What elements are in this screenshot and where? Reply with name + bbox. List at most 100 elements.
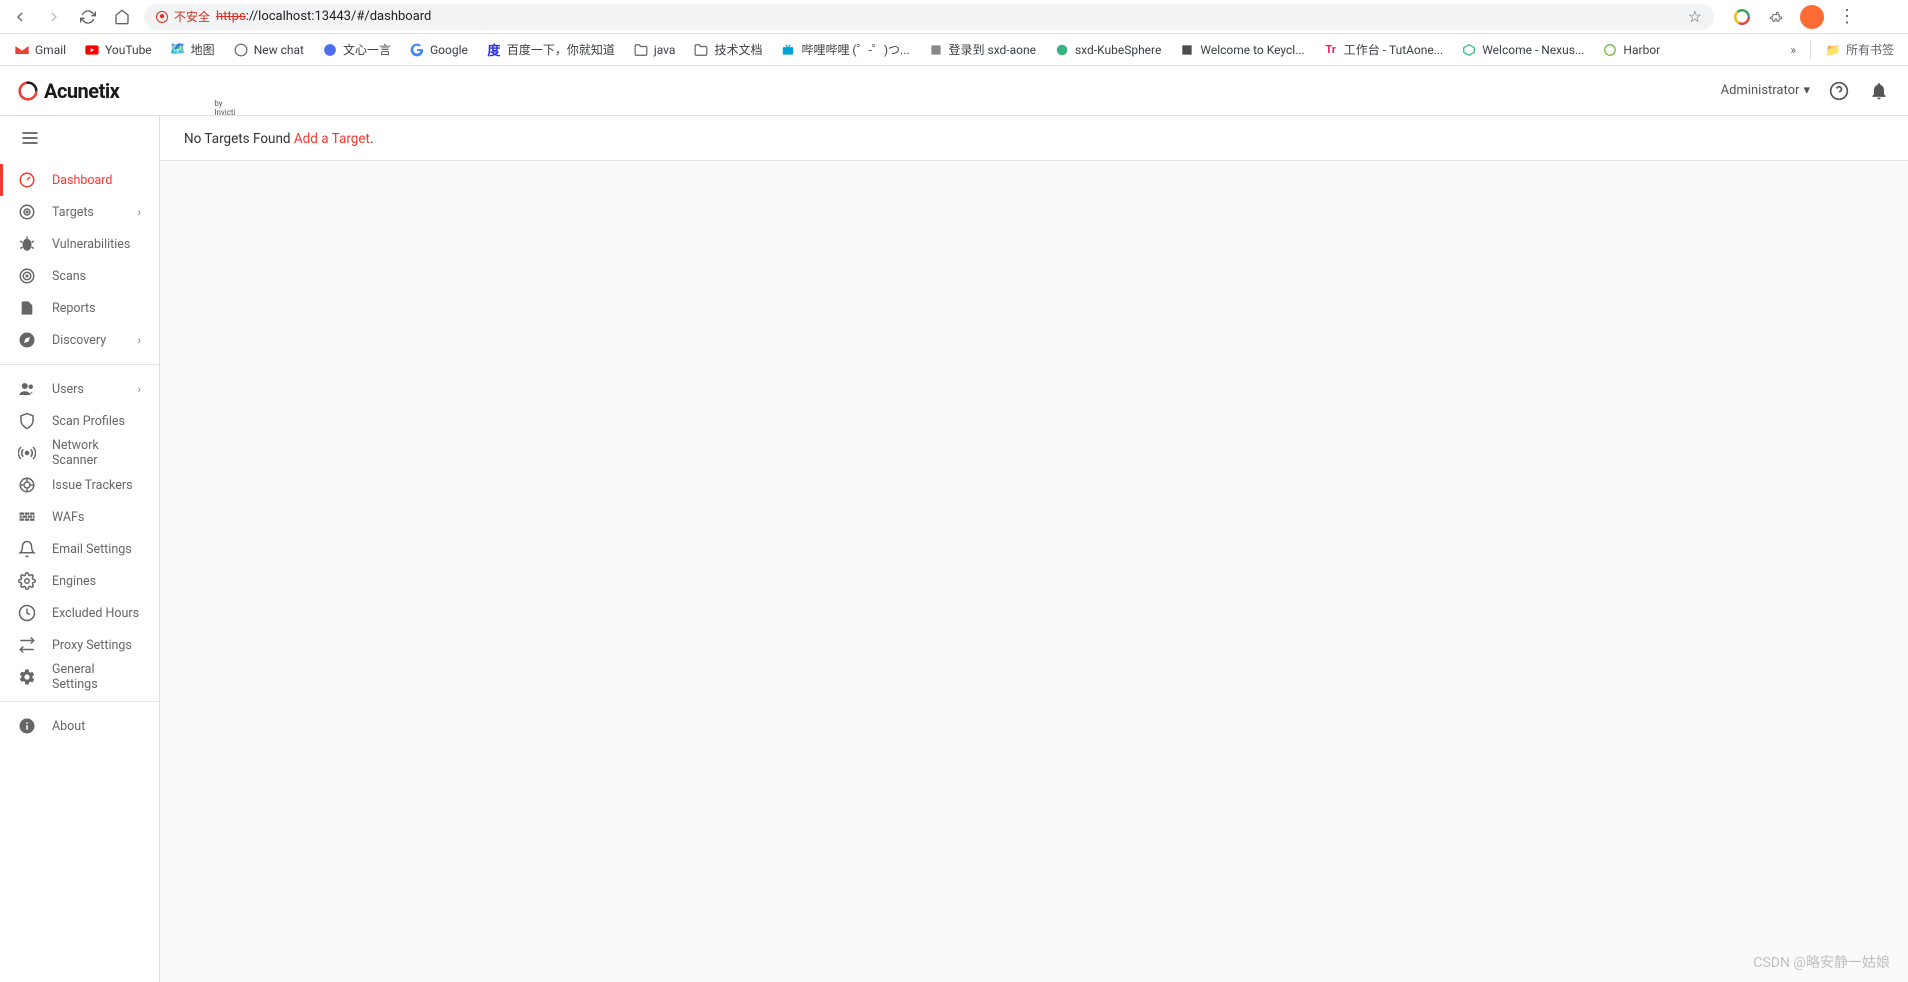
compass-icon — [18, 331, 36, 349]
bookmark-item[interactable]: Gmail — [14, 42, 66, 58]
profile-avatar[interactable] — [1800, 5, 1824, 29]
sidebar-item-email-settings[interactable]: Email Settings — [0, 533, 159, 565]
bookmark-item[interactable]: 度百度一下，你就知道 — [486, 41, 615, 58]
bookmark-favicon-icon: 度 — [486, 42, 502, 58]
bookmark-item[interactable]: sxd-KubeSphere — [1054, 42, 1161, 58]
bookmark-label: 技术文档 — [714, 41, 762, 58]
sidebar-item-label: Issue Trackers — [52, 478, 141, 493]
extensions-puzzle-icon[interactable] — [1766, 7, 1786, 27]
bookmark-star-icon[interactable]: ☆ — [1688, 7, 1702, 26]
sidebar-item-dashboard[interactable]: Dashboard — [0, 164, 159, 196]
sidebar-item-label: General Settings — [52, 662, 141, 692]
home-button[interactable] — [110, 5, 134, 29]
bookmark-label: 哔哩哔哩 (゜-゜)つ... — [801, 41, 909, 58]
sidebar-item-label: Vulnerabilities — [52, 237, 141, 252]
sidebar-item-network-scanner[interactable]: Network Scanner — [0, 437, 159, 469]
bookmark-favicon-icon — [1179, 42, 1195, 58]
bookmark-item[interactable]: Google — [409, 42, 468, 58]
bookmark-item[interactable]: 哔哩哔哩 (゜-゜)つ... — [780, 41, 909, 58]
bookmark-item[interactable]: 🗺️ 地图 — [170, 41, 215, 58]
bookmark-favicon-icon: 🗺️ — [170, 42, 186, 58]
proxy-icon — [18, 636, 36, 654]
bookmark-overflow-icon[interactable]: » — [1790, 43, 1796, 57]
divider — [0, 701, 159, 702]
bookmark-favicon-icon — [1602, 42, 1618, 58]
divider — [1810, 41, 1811, 59]
bookmark-label: Harbor — [1623, 43, 1660, 57]
bookmark-item[interactable]: java — [633, 42, 676, 58]
extension-icons: ⋮ — [1732, 5, 1856, 29]
sidebar-item-excluded-hours[interactable]: Excluded Hours — [0, 597, 159, 629]
bookmark-label: 工作台 - TutAone... — [1344, 41, 1444, 58]
bookmark-label: 地图 — [191, 41, 215, 58]
sidebar: Dashboard Targets › Vulnerabilities Scans Rep… — [0, 116, 160, 982]
sidebar-toggle[interactable] — [0, 116, 159, 160]
bookmark-item[interactable]: New chat — [233, 42, 304, 58]
sidebar-item-issue-trackers[interactable]: Issue Trackers — [0, 469, 159, 501]
bookmark-label: YouTube — [105, 43, 152, 57]
divider — [0, 364, 159, 365]
chevron-right-icon: › — [137, 205, 141, 219]
sidebar-item-label: Scan Profiles — [52, 414, 141, 429]
bookmark-favicon-icon — [633, 42, 649, 58]
sidebar-item-scans[interactable]: Scans — [0, 260, 159, 292]
browser-menu-icon[interactable]: ⋮ — [1838, 6, 1856, 27]
app-header: Acunetixby Invicti Administrator▾ — [0, 66, 1908, 116]
url-protocol: https — [216, 9, 246, 24]
info-icon — [18, 717, 36, 735]
bookmark-label: Welcome - Nexus... — [1482, 43, 1584, 57]
bell-icon — [18, 540, 36, 558]
gear-icon — [18, 572, 36, 590]
bookmark-item[interactable]: 登录到 sxd-aone — [928, 41, 1036, 58]
address-bar[interactable]: 不安全 https://localhost:13443/#/dashboard … — [144, 4, 1714, 30]
bookmark-favicon-icon — [409, 42, 425, 58]
user-menu[interactable]: Administrator▾ — [1721, 83, 1810, 98]
bookmark-item[interactable]: Tr工作台 - TutAone... — [1323, 41, 1444, 58]
sidebar-item-scan-profiles[interactable]: Scan Profiles — [0, 405, 159, 437]
bookmark-item[interactable]: Welcome - Nexus... — [1461, 42, 1584, 58]
shield-icon — [18, 412, 36, 430]
bookmark-favicon-icon — [322, 42, 338, 58]
bookmark-item[interactable]: YouTube — [84, 42, 152, 58]
sidebar-item-targets[interactable]: Targets › — [0, 196, 159, 228]
reload-button[interactable] — [76, 5, 100, 29]
sidebar-item-wafs[interactable]: WAFs — [0, 501, 159, 533]
sidebar-item-proxy-settings[interactable]: Proxy Settings — [0, 629, 159, 661]
sidebar-item-label: Targets — [52, 205, 121, 220]
help-icon[interactable] — [1828, 80, 1850, 102]
all-bookmarks-button[interactable]: 📁所有书签 — [1825, 41, 1894, 58]
bookmark-favicon-icon — [693, 42, 709, 58]
bookmark-favicon-icon — [1054, 42, 1070, 58]
bookmark-item[interactable]: 技术文档 — [693, 41, 762, 58]
bookmarks-bar: Gmail YouTube 🗺️ 地图 New chat 文心一言 Google 度百度一下，… — [0, 34, 1908, 66]
sidebar-item-label: Scans — [52, 269, 141, 284]
app-logo[interactable]: Acunetixby Invicti — [18, 79, 119, 103]
sidebar-item-label: Email Settings — [52, 542, 141, 557]
sidebar-item-about[interactable]: About — [0, 710, 159, 742]
sidebar-item-users[interactable]: Users › — [0, 373, 159, 405]
no-targets-text: No Targets Found — [184, 131, 294, 147]
sidebar-item-engines[interactable]: Engines — [0, 565, 159, 597]
bookmark-item[interactable]: 文心一言 — [322, 41, 391, 58]
dashboard-icon — [18, 171, 36, 189]
sidebar-item-reports[interactable]: Reports — [0, 292, 159, 324]
notifications-icon[interactable] — [1868, 80, 1890, 102]
forward-button[interactable] — [42, 5, 66, 29]
extension-icon[interactable] — [1732, 7, 1752, 27]
app-body: Dashboard Targets › Vulnerabilities Scans Rep… — [0, 116, 1908, 982]
sidebar-item-label: Users — [52, 382, 121, 397]
bookmark-label: 百度一下，你就知道 — [507, 41, 615, 58]
cog-icon — [18, 668, 36, 686]
bookmark-item[interactable]: Harbor — [1602, 42, 1660, 58]
track-icon — [18, 476, 36, 494]
bookmark-label: java — [654, 43, 676, 57]
sidebar-item-general-settings[interactable]: General Settings — [0, 661, 159, 693]
add-target-link[interactable]: Add a Target — [294, 131, 370, 147]
sidebar-item-vulnerabilities[interactable]: Vulnerabilities — [0, 228, 159, 260]
bookmark-item[interactable]: Welcome to Keycl... — [1179, 42, 1304, 58]
back-button[interactable] — [8, 5, 32, 29]
chevron-right-icon: › — [137, 382, 141, 396]
bookmark-favicon-icon — [1461, 42, 1477, 58]
sidebar-item-label: Proxy Settings — [52, 638, 141, 653]
sidebar-item-discovery[interactable]: Discovery› — [0, 324, 159, 356]
